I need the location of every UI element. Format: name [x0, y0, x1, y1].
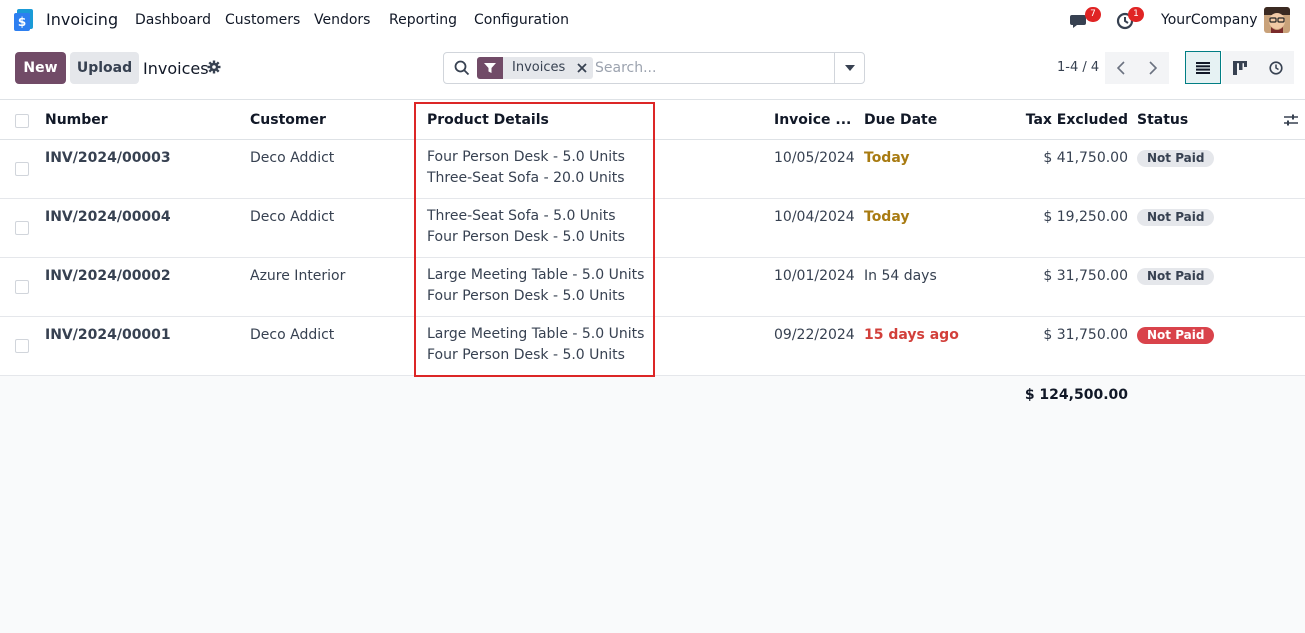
- gear-icon[interactable]: [207, 60, 221, 74]
- invoice-number: INV/2024/00004: [45, 209, 171, 225]
- row-checkbox[interactable]: [15, 339, 29, 353]
- product-line: Four Person Desk - 5.0 Units: [427, 347, 625, 363]
- optional-columns-icon[interactable]: [1284, 113, 1298, 127]
- table-row[interactable]: INV/2024/00004 Deco Addict Three-Seat So…: [0, 199, 1305, 258]
- menu-dashboard[interactable]: Dashboard: [135, 12, 211, 28]
- pager-next-button[interactable]: [1137, 52, 1169, 84]
- product-details: Large Meeting Table - 5.0 Units Four Per…: [427, 265, 644, 307]
- kanban-icon: [1233, 60, 1247, 75]
- table-row[interactable]: INV/2024/00002 Azure Interior Large Meet…: [0, 258, 1305, 317]
- status-badge: Not Paid: [1137, 268, 1215, 285]
- select-all-checkbox[interactable]: [15, 114, 29, 128]
- control-panel: New Upload Invoices Invoices Search... 1…: [0, 40, 1305, 100]
- product-details: Large Meeting Table - 5.0 Units Four Per…: [427, 324, 644, 366]
- menu-vendors[interactable]: Vendors: [314, 12, 370, 28]
- activity-view-button[interactable]: [1258, 51, 1294, 84]
- pager-value[interactable]: 1-4 / 4: [1057, 60, 1099, 75]
- invoice-number: INV/2024/00002: [45, 268, 171, 284]
- menu-reporting[interactable]: Reporting: [389, 12, 457, 28]
- menu-customers[interactable]: Customers: [225, 12, 300, 28]
- due-date: Today: [864, 209, 910, 225]
- col-due-date[interactable]: Due Date: [864, 112, 937, 128]
- invoice-date: 10/01/2024: [774, 268, 855, 284]
- customer-name: Deco Addict: [250, 327, 335, 343]
- invoice-number: INV/2024/00003: [45, 150, 171, 166]
- product-line: Large Meeting Table - 5.0 Units: [427, 267, 645, 283]
- customer-name: Deco Addict: [250, 209, 335, 225]
- caret-down-icon: [844, 65, 855, 71]
- top-navbar: $ Invoicing Dashboard Customers Vendors …: [0, 0, 1305, 40]
- status-badge: Not Paid: [1137, 150, 1215, 167]
- due-date: In 54 days: [864, 268, 937, 284]
- tax-excluded-amount: $ 31,750.00: [1043, 327, 1128, 343]
- chevron-left-icon: [1117, 61, 1125, 75]
- tax-excluded-total: $ 124,500.00: [1024, 387, 1128, 403]
- status-badge: Not Paid: [1137, 327, 1215, 344]
- search-icon[interactable]: [454, 60, 470, 76]
- breadcrumb: Invoices: [143, 59, 209, 78]
- product-line: Four Person Desk - 5.0 Units: [427, 288, 625, 304]
- invoice-number: INV/2024/00001: [45, 327, 171, 343]
- product-line: Three-Seat Sofa - 5.0 Units: [427, 208, 616, 224]
- product-line: Large Meeting Table - 5.0 Units: [427, 326, 645, 342]
- table-row[interactable]: INV/2024/00001 Deco Addict Large Meeting…: [0, 317, 1305, 376]
- tax-excluded-amount: $ 41,750.00: [1043, 150, 1128, 166]
- user-avatar[interactable]: [1264, 7, 1290, 33]
- due-date: Today: [864, 150, 910, 166]
- facet-label: Invoices: [503, 57, 572, 79]
- col-tax-excluded[interactable]: Tax Excluded: [1000, 112, 1128, 128]
- list-view-button[interactable]: [1185, 51, 1221, 84]
- chevron-right-icon: [1149, 61, 1157, 75]
- due-date: 15 days ago: [864, 327, 959, 343]
- search-bar: Invoices: [443, 52, 865, 84]
- svg-text:$: $: [18, 15, 26, 29]
- customer-name: Deco Addict: [250, 150, 335, 166]
- company-switcher[interactable]: YourCompany: [1161, 12, 1258, 28]
- tax-excluded-amount: $ 31,750.00: [1043, 268, 1128, 284]
- clock-icon: [1269, 60, 1283, 75]
- product-details: Three-Seat Sofa - 5.0 Units Four Person …: [427, 206, 625, 248]
- search-input[interactable]: [595, 57, 830, 79]
- row-checkbox[interactable]: [15, 280, 29, 294]
- row-checkbox[interactable]: [15, 221, 29, 235]
- filter-icon: [477, 57, 503, 79]
- close-icon[interactable]: [571, 57, 594, 79]
- menu-configuration[interactable]: Configuration: [474, 12, 569, 28]
- table-header: Number Customer Product Details Invoice …: [0, 100, 1305, 140]
- invoice-list: Number Customer Product Details Invoice …: [0, 100, 1305, 376]
- table-row[interactable]: INV/2024/00003 Deco Addict Four Person D…: [0, 140, 1305, 199]
- tax-excluded-amount: $ 19,250.00: [1043, 209, 1128, 225]
- search-facet: Invoices: [477, 57, 594, 79]
- app-name[interactable]: Invoicing: [46, 10, 118, 29]
- invoice-date: 10/04/2024: [774, 209, 855, 225]
- product-details: Four Person Desk - 5.0 Units Three-Seat …: [427, 147, 625, 189]
- col-number[interactable]: Number: [45, 112, 108, 128]
- product-line: Four Person Desk - 5.0 Units: [427, 229, 625, 245]
- col-product-details[interactable]: Product Details: [427, 112, 549, 128]
- list-icon: [1196, 61, 1210, 74]
- activities-badge: 1: [1128, 7, 1144, 22]
- col-invoice-date[interactable]: Invoice ...: [774, 112, 851, 128]
- col-customer[interactable]: Customer: [250, 112, 326, 128]
- invoice-date: 10/05/2024: [774, 150, 855, 166]
- customer-name: Azure Interior: [250, 268, 346, 284]
- product-line: Three-Seat Sofa - 20.0 Units: [427, 170, 625, 186]
- row-checkbox[interactable]: [15, 162, 29, 176]
- status-badge: Not Paid: [1137, 209, 1215, 226]
- kanban-view-button[interactable]: [1222, 51, 1258, 84]
- upload-button[interactable]: Upload: [70, 52, 139, 84]
- invoicing-app-icon[interactable]: $: [14, 9, 36, 31]
- new-button[interactable]: New: [15, 52, 66, 84]
- pager-previous-button[interactable]: [1105, 52, 1137, 84]
- col-status[interactable]: Status: [1137, 112, 1188, 128]
- invoice-date: 09/22/2024: [774, 327, 855, 343]
- search-options-toggle[interactable]: [834, 53, 864, 83]
- messages-badge: 7: [1085, 7, 1101, 22]
- product-line: Four Person Desk - 5.0 Units: [427, 149, 625, 165]
